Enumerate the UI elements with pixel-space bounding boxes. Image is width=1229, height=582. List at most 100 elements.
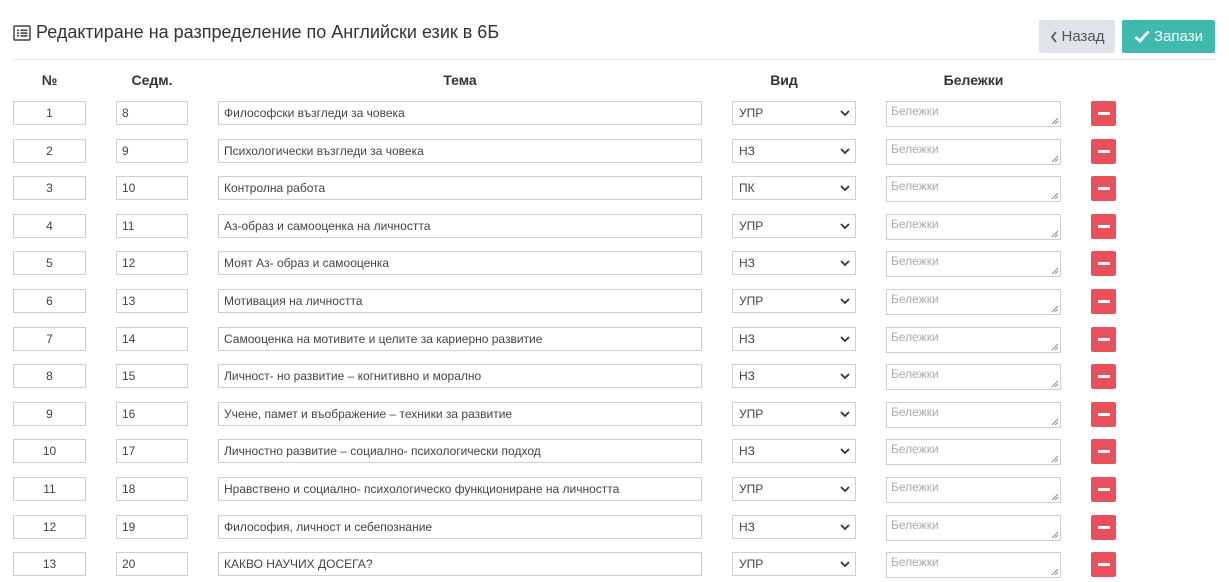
notes-textarea[interactable]: Бележки [886,327,1061,353]
topic-input[interactable] [218,139,702,163]
row-number-input[interactable] [13,477,86,501]
chevron-down-icon [840,260,850,267]
notes-textarea[interactable]: Бележки [886,176,1061,202]
topic-input[interactable] [218,289,702,313]
row-number-input[interactable] [13,402,86,426]
remove-row-button[interactable] [1091,364,1116,389]
notes-textarea[interactable]: Бележки [886,101,1061,127]
resize-grip-icon[interactable] [1051,192,1059,200]
resize-grip-icon[interactable] [1051,418,1059,426]
week-input[interactable] [116,176,188,200]
resize-grip-icon[interactable] [1051,117,1059,125]
remove-row-button[interactable] [1091,477,1116,502]
topic-input[interactable] [218,439,702,463]
notes-textarea[interactable]: Бележки [886,439,1061,465]
topic-input[interactable] [218,101,702,125]
week-input[interactable] [116,289,188,313]
notes-textarea[interactable]: Бележки [886,251,1061,277]
kind-select[interactable]: УПР [732,402,856,426]
kind-select[interactable]: НЗ [732,139,856,163]
remove-row-button[interactable] [1091,327,1116,352]
remove-row-button[interactable] [1091,402,1116,427]
list-alt-icon [13,24,31,41]
column-header-notes: Бележки [943,72,1004,88]
notes-textarea[interactable]: Бележки [886,289,1061,315]
resize-grip-icon[interactable] [1051,343,1059,351]
notes-textarea[interactable]: Бележки [886,214,1061,240]
week-input[interactable] [116,327,188,351]
week-input[interactable] [116,101,188,125]
row-number-input[interactable] [13,327,86,351]
remove-row-button[interactable] [1091,101,1116,126]
kind-select[interactable]: НЗ [732,327,856,351]
row-number-input[interactable] [13,552,86,576]
week-input[interactable] [116,139,188,163]
row-number-input[interactable] [13,101,86,125]
remove-row-button[interactable] [1091,214,1116,239]
week-input[interactable] [116,477,188,501]
remove-row-button[interactable] [1091,289,1116,314]
topic-input[interactable] [218,251,702,275]
save-button[interactable]: Запази [1122,20,1215,53]
kind-select[interactable]: УПР [732,289,856,313]
resize-grip-icon[interactable] [1051,305,1059,313]
notes-textarea[interactable]: Бележки [886,139,1061,165]
resize-grip-icon[interactable] [1051,531,1059,539]
remove-row-button[interactable] [1091,251,1116,276]
row-number-input[interactable] [13,139,86,163]
back-button-label: Назад [1061,28,1105,45]
row-number-input[interactable] [13,214,86,238]
week-input[interactable] [116,364,188,388]
row-number-input[interactable] [13,251,86,275]
notes-textarea[interactable]: Бележки [886,364,1061,390]
row-number-input[interactable] [13,439,86,463]
kind-select[interactable]: УПР [732,477,856,501]
row-number-input[interactable] [13,364,86,388]
notes-textarea[interactable]: Бележки [886,477,1061,503]
resize-grip-icon[interactable] [1051,155,1059,163]
remove-row-button[interactable] [1091,439,1116,464]
kind-select[interactable]: УПР [732,552,856,576]
resize-grip-icon[interactable] [1051,568,1059,576]
topic-input[interactable] [218,515,702,539]
week-input[interactable] [116,439,188,463]
week-input[interactable] [116,214,188,238]
remove-row-button[interactable] [1091,515,1116,540]
resize-grip-icon[interactable] [1051,493,1059,501]
topic-input[interactable] [218,176,702,200]
topic-input[interactable] [218,477,702,501]
row-number-input[interactable] [13,289,86,313]
back-button[interactable]: Назад [1039,20,1115,53]
resize-grip-icon[interactable] [1051,230,1059,238]
notes-placeholder: Бележки [891,442,939,456]
kind-select-value: НЗ [739,256,755,270]
topic-input[interactable] [218,402,702,426]
row-number-input[interactable] [13,515,86,539]
remove-row-button[interactable] [1091,139,1116,164]
kind-select[interactable]: УПР [732,101,856,125]
kind-select[interactable]: НЗ [732,364,856,388]
topic-input[interactable] [218,552,702,576]
week-input[interactable] [116,251,188,275]
notes-textarea[interactable]: Бележки [886,515,1061,541]
chevron-down-icon [840,486,850,493]
notes-textarea[interactable]: Бележки [886,402,1061,428]
topic-input[interactable] [218,364,702,388]
week-input[interactable] [116,402,188,426]
kind-select[interactable]: ПК [732,176,856,200]
remove-row-button[interactable] [1091,176,1116,201]
kind-select[interactable]: НЗ [732,251,856,275]
topic-input[interactable] [218,327,702,351]
resize-grip-icon[interactable] [1051,380,1059,388]
row-number-input[interactable] [13,176,86,200]
week-input[interactable] [116,552,188,576]
kind-select[interactable]: НЗ [732,515,856,539]
topic-input[interactable] [218,214,702,238]
resize-grip-icon[interactable] [1051,455,1059,463]
kind-select[interactable]: УПР [732,214,856,238]
kind-select-value: НЗ [739,444,755,458]
notes-textarea[interactable]: Бележки [886,552,1061,578]
resize-grip-icon[interactable] [1051,267,1059,275]
kind-select[interactable]: НЗ [732,439,856,463]
week-input[interactable] [116,515,188,539]
